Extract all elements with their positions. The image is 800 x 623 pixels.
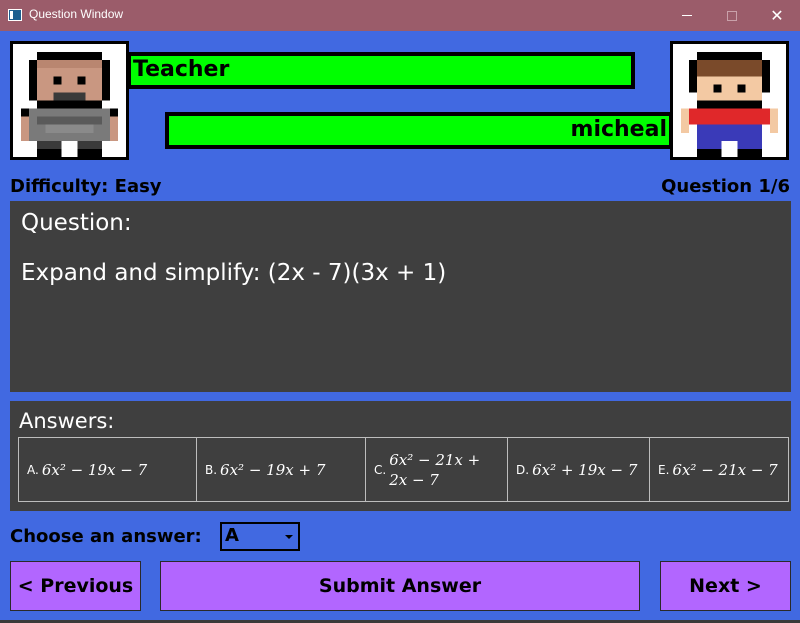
minimize-icon — [682, 15, 692, 16]
student-avatar — [670, 41, 789, 160]
answers-heading: Answers: — [19, 409, 115, 433]
answer-option-d: D. 6x² + 19x − 7 — [508, 438, 650, 501]
teacher-name: Teacher — [133, 57, 230, 82]
choose-answer-label: Choose an answer: — [10, 526, 202, 547]
student-health-bar: micheal — [165, 112, 673, 149]
maximize-button[interactable] — [709, 0, 755, 31]
question-text: Expand and simplify: (2x - 7)(3x + 1) — [21, 260, 447, 286]
answer-expression: 6x² − 21x + 2x − 7 — [389, 450, 481, 489]
answer-letter: A. — [27, 462, 39, 477]
submit-answer-button[interactable]: Submit Answer — [160, 561, 640, 611]
close-button[interactable]: ✕ — [754, 0, 800, 31]
answer-letter: C. — [374, 462, 387, 477]
answer-letter: E. — [658, 462, 670, 477]
difficulty-label: Difficulty: Easy — [10, 176, 162, 197]
answer-expression: 6x² − 19x + 7 — [220, 460, 326, 479]
teacher-sprite-icon — [13, 44, 126, 157]
answer-option-c: C. 6x² − 21x + 2x − 7 — [366, 438, 508, 501]
question-panel: Question: Expand and simplify: (2x - 7)(… — [10, 201, 791, 392]
previous-button[interactable]: < Previous — [10, 561, 141, 611]
answer-expression: 6x² − 21x − 7 — [672, 460, 778, 479]
student-name: micheal — [570, 117, 667, 142]
window-title: Question Window — [29, 7, 124, 21]
app-window-icon — [8, 9, 22, 21]
dropdown-arrow-icon — [285, 535, 293, 539]
answer-letter: B. — [205, 462, 218, 477]
answers-panel: Answers: A. 6x² − 19x − 7 B. 6x² − 19x +… — [10, 401, 791, 511]
answer-option-e: E. 6x² − 21x − 7 — [650, 438, 788, 501]
answer-select-value: A — [225, 525, 239, 546]
minimize-button[interactable] — [664, 0, 710, 31]
teacher-health-bar: Teacher — [127, 52, 635, 89]
next-button[interactable]: Next > — [660, 561, 791, 611]
question-heading: Question: — [21, 210, 132, 236]
answer-select[interactable]: A — [220, 522, 300, 551]
answer-option-a: A. 6x² − 19x − 7 — [19, 438, 197, 501]
answer-expression: 6x² + 19x − 7 — [532, 460, 638, 479]
answer-letter: D. — [516, 462, 530, 477]
answer-expression: 6x² − 19x − 7 — [41, 460, 148, 479]
student-sprite-icon — [673, 44, 786, 157]
close-icon: ✕ — [770, 6, 784, 25]
teacher-avatar — [10, 41, 129, 160]
question-counter: Question 1/6 — [661, 176, 790, 197]
maximize-icon — [727, 10, 737, 21]
title-bar: Question Window ✕ — [0, 0, 800, 31]
answer-option-b: B. 6x² − 19x + 7 — [197, 438, 366, 501]
answers-table: A. 6x² − 19x − 7 B. 6x² − 19x + 7 C. 6x²… — [18, 437, 789, 502]
